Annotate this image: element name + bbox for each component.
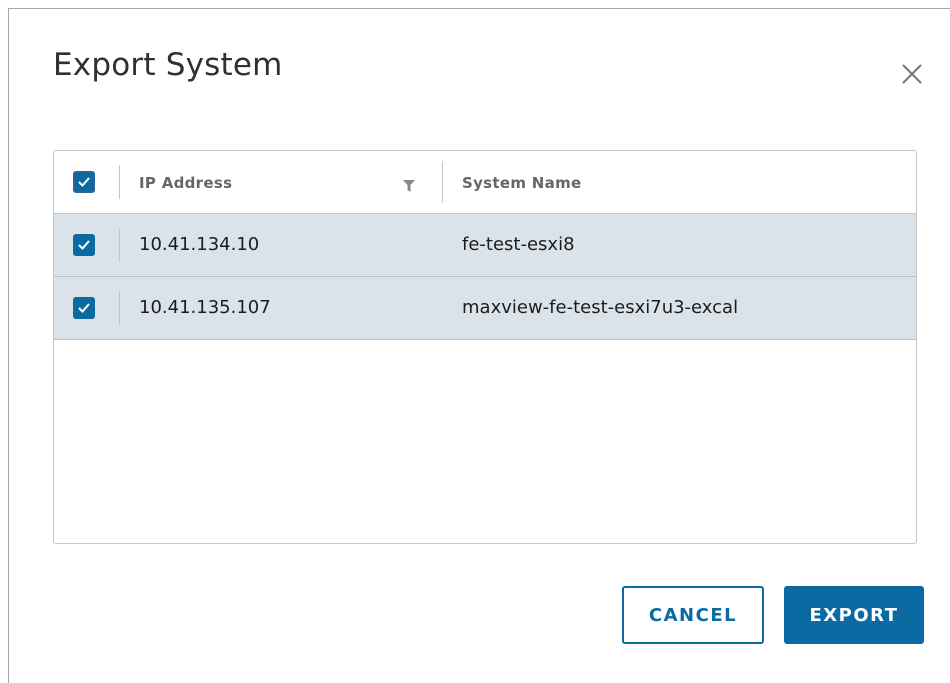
row-checkbox[interactable]: [73, 297, 95, 319]
cell-system-name: fe-test-esxi8: [462, 234, 575, 255]
row-divider: [119, 291, 120, 325]
select-all-checkbox[interactable]: [73, 171, 95, 193]
cell-system-name: maxview-fe-test-esxi7u3-excal: [462, 297, 739, 318]
column-resize-handle[interactable]: [442, 161, 443, 203]
cancel-button[interactable]: CANCEL: [622, 586, 764, 644]
row-divider: [119, 228, 120, 262]
table-header: IP Address System Name: [54, 151, 916, 214]
column-header-ip-address[interactable]: IP Address: [139, 174, 232, 192]
cell-ip-address: 10.41.135.107: [139, 297, 271, 318]
export-system-dialog: Export System IP Address System Name 10.…: [8, 8, 950, 683]
close-icon[interactable]: [899, 61, 925, 87]
export-button[interactable]: EXPORT: [784, 586, 924, 644]
column-header-system-name[interactable]: System Name: [462, 174, 581, 192]
row-checkbox[interactable]: [73, 234, 95, 256]
header-divider: [119, 165, 120, 199]
table-row[interactable]: 10.41.134.10 fe-test-esxi8: [54, 214, 916, 277]
systems-table: IP Address System Name 10.41.134.10 fe-t…: [53, 150, 917, 544]
checkmark-icon: [78, 177, 90, 187]
cell-ip-address: 10.41.134.10: [139, 234, 260, 255]
table-row[interactable]: 10.41.135.107 maxview-fe-test-esxi7u3-ex…: [54, 277, 916, 340]
checkmark-icon: [78, 303, 90, 313]
filter-icon[interactable]: [402, 178, 416, 192]
checkmark-icon: [78, 240, 90, 250]
dialog-title: Export System: [53, 47, 283, 83]
